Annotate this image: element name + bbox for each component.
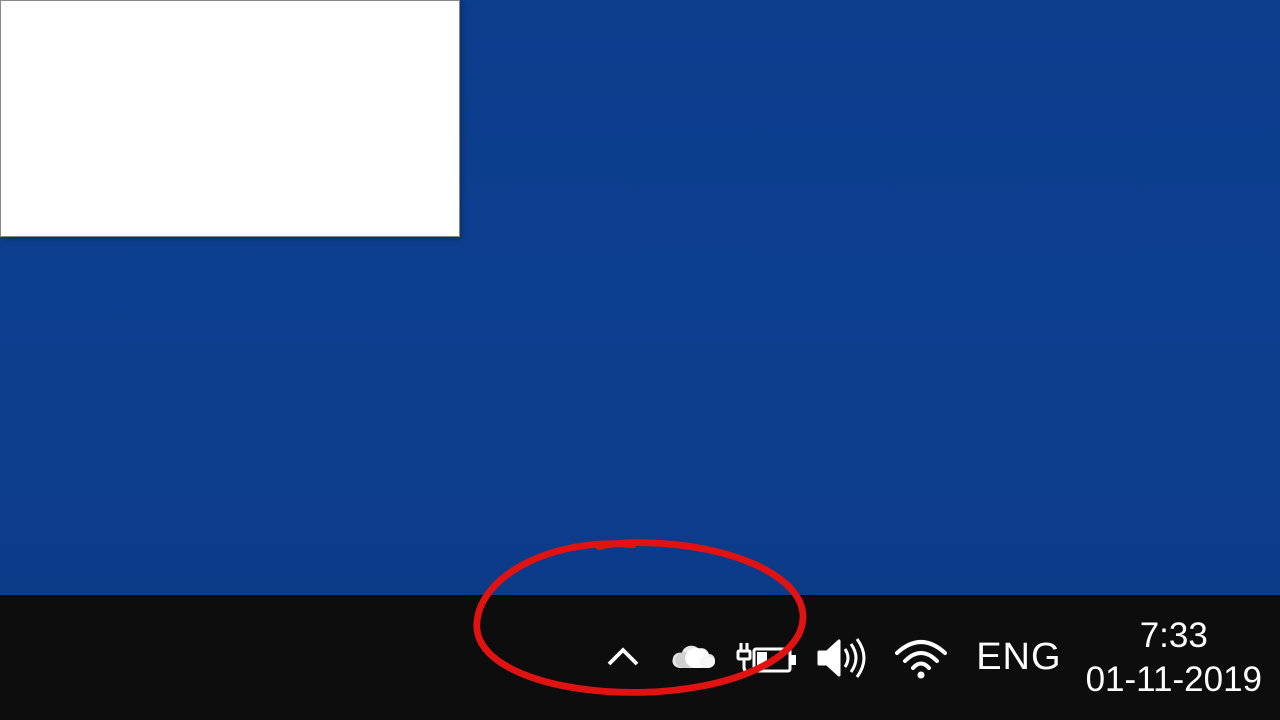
app-window[interactable]: [0, 0, 460, 237]
clock-date-button[interactable]: 7:33 01-11-2019: [1078, 614, 1280, 702]
volume-tray-icon[interactable]: [806, 595, 882, 720]
onedrive-tray-icon[interactable]: [658, 595, 728, 720]
onedrive-cloud-icon: [667, 640, 719, 676]
wifi-tray-icon[interactable]: [882, 595, 960, 720]
clock-time: 7:33: [1086, 614, 1262, 658]
show-hidden-icons-button[interactable]: [588, 595, 658, 720]
chevron-up-icon: [604, 639, 642, 677]
clock-date: 01-11-2019: [1086, 658, 1262, 702]
volume-icon: [815, 635, 873, 681]
system-tray: ENG 7:33 01-11-2019: [588, 595, 1280, 720]
battery-charging-icon: [736, 637, 798, 679]
battery-tray-icon[interactable]: [728, 595, 806, 720]
taskbar: ENG 7:33 01-11-2019: [0, 595, 1280, 720]
wifi-icon: [893, 635, 949, 681]
language-indicator[interactable]: ENG: [960, 636, 1077, 679]
